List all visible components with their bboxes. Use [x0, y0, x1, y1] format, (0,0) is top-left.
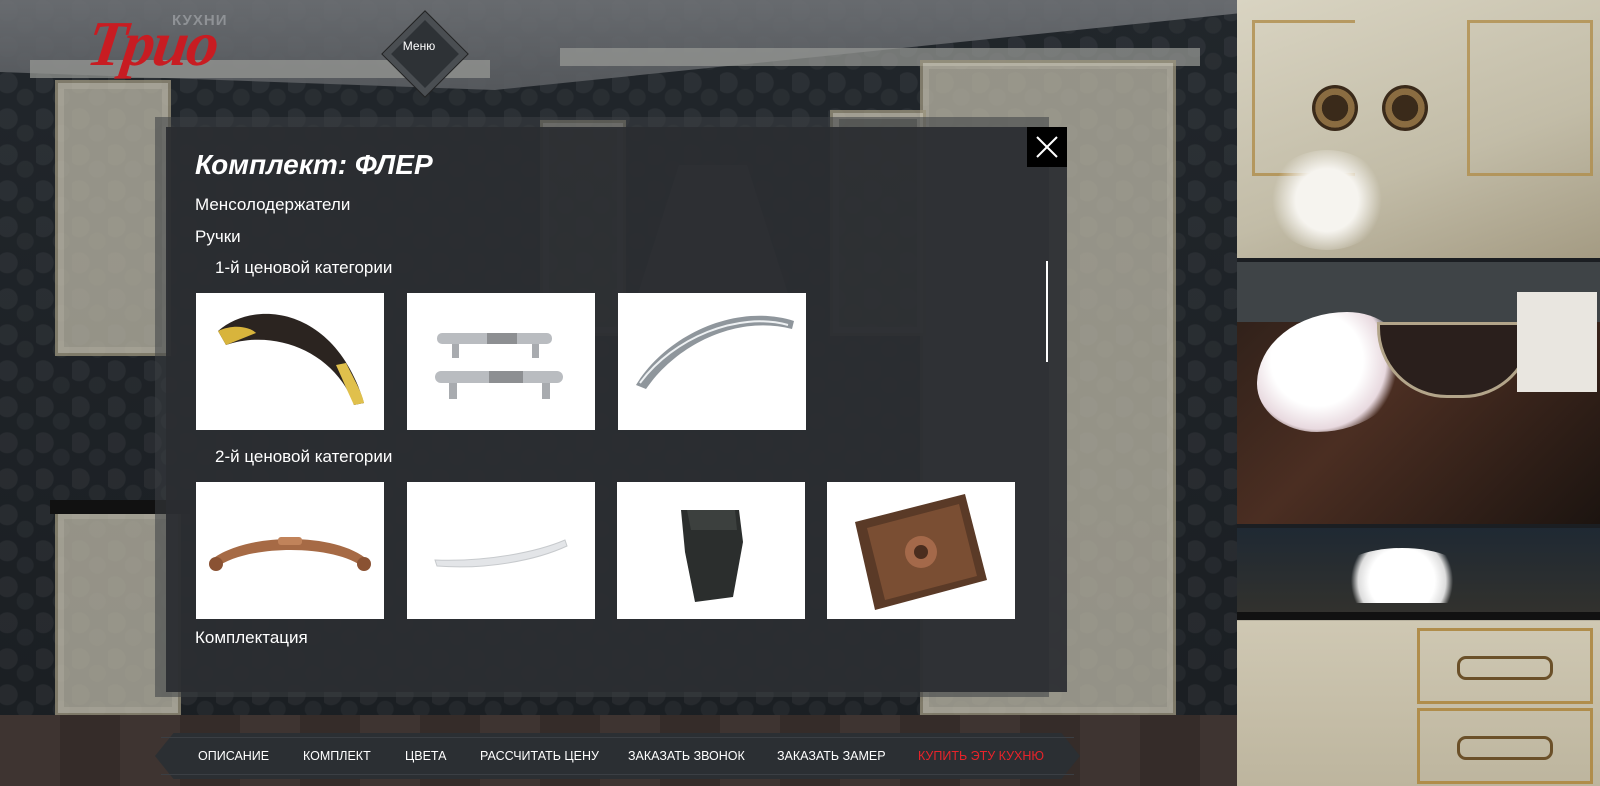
- countertop-edge: [1237, 612, 1600, 620]
- drawer-handle-icon: [1457, 736, 1553, 760]
- handle-thumb[interactable]: [196, 293, 384, 430]
- close-button[interactable]: [1027, 127, 1067, 167]
- handle-thumb[interactable]: [617, 482, 805, 619]
- black-knob-handle-icon: [681, 510, 743, 602]
- nav-colors[interactable]: ЦВЕТА: [405, 749, 446, 763]
- brand-logo[interactable]: Трио КУХНИ: [83, 8, 238, 92]
- gallery-photo-drawers[interactable]: [1237, 528, 1600, 786]
- category-first-label: 1-й ценовой категории: [215, 258, 393, 277]
- nav-description[interactable]: ОПИСАНИЕ: [198, 749, 269, 763]
- nav-order-measurement[interactable]: ЗАКАЗАТЬ ЗАМЕР: [777, 749, 886, 763]
- upper-cabinet: [55, 80, 171, 356]
- copper-pull-handle-icon: [209, 537, 371, 571]
- chrome-bow-handle-icon: [636, 315, 794, 389]
- arched-gold-handle-icon: [218, 313, 364, 405]
- nav-buy-kitchen[interactable]: КУПИТЬ ЭТУ КУХНЮ: [918, 749, 1044, 763]
- handle-thumb[interactable]: [618, 293, 806, 430]
- tureen-icon: [1337, 548, 1467, 603]
- gallery-photo-lily[interactable]: [1237, 262, 1600, 524]
- photo-gallery: [1237, 0, 1600, 786]
- modal-scrollbar[interactable]: [1046, 261, 1048, 362]
- square-ornament-knob-icon: [855, 494, 987, 610]
- handle-thumb[interactable]: [407, 482, 595, 619]
- section-equipment[interactable]: Комплектация: [195, 628, 308, 648]
- close-icon: [1036, 136, 1058, 158]
- menu-label: Меню: [402, 39, 436, 53]
- double-rail-handle-icon: [435, 333, 563, 399]
- white-curved-handle-icon: [434, 539, 568, 568]
- gold-trim: [1467, 20, 1593, 176]
- menu-button[interactable]: Меню: [382, 11, 468, 97]
- nav-order-call[interactable]: ЗАКАЗАТЬ ЗВОНОК: [628, 749, 745, 763]
- knob-icon: [1382, 85, 1428, 131]
- nav-kit[interactable]: КОМПЛЕКТ: [303, 749, 371, 763]
- flower-decor: [1267, 150, 1387, 250]
- category-second-label: 2-й ценовой категории: [215, 447, 393, 466]
- nav-calculate-price[interactable]: РАССЧИТАТЬ ЦЕНУ: [480, 749, 599, 763]
- section-handles[interactable]: Ручки: [195, 227, 241, 247]
- section-mensoles[interactable]: Менсолодержатели: [195, 195, 350, 215]
- bottom-nav: ОПИСАНИЕ КОМПЛЕКТ ЦВЕТА РАССЧИТАТЬ ЦЕНУ …: [155, 733, 1080, 779]
- handle-thumb[interactable]: [196, 482, 384, 619]
- drawer-handle-icon: [1457, 656, 1553, 680]
- handle-thumb[interactable]: [827, 482, 1015, 619]
- modal-title: Комплект: ФЛЕР: [195, 149, 433, 180]
- logo-subtitle: КУХНИ: [172, 12, 228, 29]
- gallery-photo-cabinet-detail[interactable]: [1237, 0, 1600, 258]
- handle-thumb[interactable]: [407, 293, 595, 430]
- stove-knob-panel: [1517, 292, 1597, 392]
